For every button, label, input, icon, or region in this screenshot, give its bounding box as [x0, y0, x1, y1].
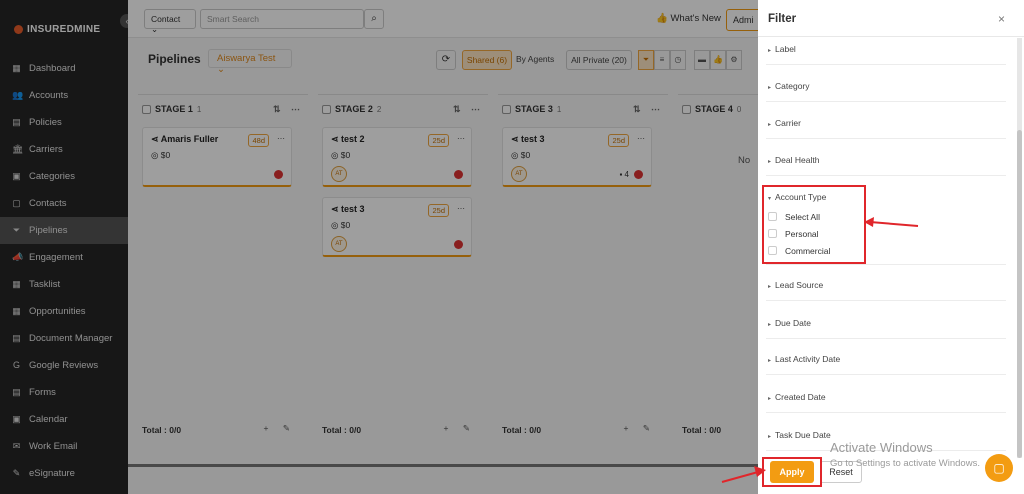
filter-section-label[interactable]: ▸ Label	[768, 44, 1008, 54]
caret-icon: ▸	[768, 284, 772, 290]
caret-icon: ▸	[768, 85, 772, 91]
filter-section-lead-source[interactable]: ▸ Lead Source	[768, 280, 1008, 290]
caret-icon: ▸	[768, 159, 772, 165]
modal-backdrop[interactable]	[0, 0, 758, 494]
filter-section-label: Category	[775, 81, 810, 91]
filter-section-category[interactable]: ▸ Category	[768, 81, 1008, 91]
caret-icon: ▸	[768, 396, 772, 402]
divider	[766, 374, 1006, 375]
divider	[758, 36, 1024, 37]
filter-section-label: Lead Source	[775, 280, 824, 290]
filter-section-label: Last Activity Date	[775, 354, 841, 364]
filter-section-last-activity-date[interactable]: ▸ Last Activity Date	[768, 354, 1008, 364]
caret-icon: ▸	[768, 48, 772, 54]
close-icon[interactable]: ×	[998, 12, 1005, 26]
caret-icon: ▸	[768, 434, 772, 440]
apply-highlight	[762, 457, 822, 487]
divider	[766, 300, 1006, 301]
filter-section-label: Task Due Date	[775, 430, 831, 440]
annotation-arrow-right	[721, 466, 766, 483]
filter-section-label: Carrier	[775, 118, 801, 128]
filter-section-label: Created Date	[775, 392, 826, 402]
filter-title: Filter	[768, 13, 797, 25]
divider	[766, 175, 1006, 176]
filter-section-label: Deal Health	[775, 155, 820, 165]
activate-windows-title: Activate Windows	[830, 440, 933, 455]
filter-section-deal-health[interactable]: ▸ Deal Health	[768, 155, 1008, 165]
chat-icon[interactable]: ▢	[985, 454, 1013, 482]
filter-scrollbar[interactable]	[1017, 38, 1022, 458]
annotation-arrow-left	[864, 217, 919, 227]
filter-section-label: Due Date	[775, 318, 811, 328]
divider	[766, 64, 1006, 65]
caret-icon: ▸	[768, 358, 772, 364]
caret-icon: ▸	[768, 322, 772, 328]
account-type-highlight	[762, 185, 866, 264]
divider	[766, 338, 1006, 339]
filter-section-task-due-date[interactable]: ▸ Task Due Date	[768, 430, 1008, 440]
activate-windows-subtitle: Go to Settings to activate Windows.	[830, 458, 980, 469]
scrollbar-thumb[interactable]	[1017, 130, 1022, 458]
filter-section-carrier[interactable]: ▸ Carrier	[768, 118, 1008, 128]
divider	[766, 412, 1006, 413]
filter-section-created-date[interactable]: ▸ Created Date	[768, 392, 1008, 402]
divider	[766, 138, 1006, 139]
filter-section-label: Label	[775, 44, 796, 54]
filter-section-due-date[interactable]: ▸ Due Date	[768, 318, 1008, 328]
divider	[766, 101, 1006, 102]
caret-icon: ▸	[768, 122, 772, 128]
divider	[766, 264, 1006, 265]
